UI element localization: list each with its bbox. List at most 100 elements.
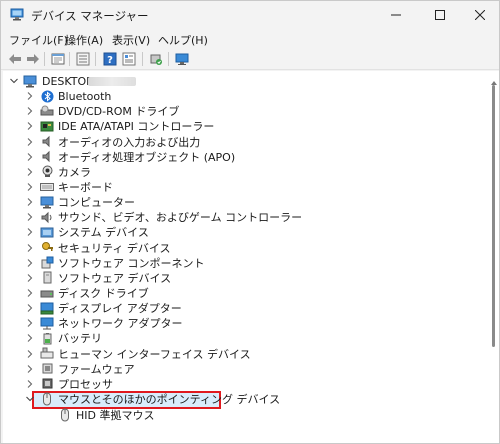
- tree-category-label: キーボード: [58, 180, 113, 194]
- tree-category-label: ネットワーク アダプター: [58, 317, 183, 331]
- tree-category-row[interactable]: ネットワーク アダプター: [3, 316, 473, 331]
- chevron-right-icon[interactable]: [25, 105, 35, 117]
- chevron-right-icon[interactable]: [25, 196, 35, 208]
- chevron-right-icon[interactable]: [25, 136, 35, 148]
- tree-category-label: オーディオ処理オブジェクト (APO): [58, 150, 236, 164]
- tree-category-label: ファームウェア: [58, 362, 135, 376]
- tree-category-row[interactable]: ファームウェア: [3, 362, 473, 377]
- chevron-right-icon[interactable]: [25, 151, 35, 163]
- tree-category-row[interactable]: ディスプレイ アダプター: [3, 301, 473, 316]
- chevron-right-icon[interactable]: [25, 332, 35, 344]
- chevron-right-icon[interactable]: [25, 302, 35, 314]
- chevron-right-icon[interactable]: [25, 181, 35, 193]
- toolbar-separator: [142, 52, 143, 66]
- forward-icon[interactable]: [25, 51, 41, 67]
- tree-category-label: ソフトウェア デバイス: [58, 271, 172, 285]
- camera-icon: [40, 165, 54, 179]
- chevron-down-icon[interactable]: [9, 75, 19, 87]
- tree-category-row[interactable]: システム デバイス: [3, 225, 473, 240]
- monitor-icon[interactable]: [174, 51, 190, 67]
- tree-category-row[interactable]: セキュリティ デバイス: [3, 241, 473, 256]
- child-device-row[interactable]: HID 準拠マウス: [3, 408, 473, 423]
- tree-category-row[interactable]: ヒューマン インターフェイス デバイス: [3, 347, 473, 362]
- toolbar-separator: [95, 52, 96, 66]
- tree-category-row[interactable]: サウンド、ビデオ、およびゲーム コントローラー: [3, 210, 473, 225]
- security-device-icon: [40, 241, 54, 255]
- display-adapter-icon: [40, 301, 54, 315]
- tree-category-row[interactable]: マウスとそのほかのポインティング デバイス: [3, 392, 473, 407]
- chevron-right-icon[interactable]: [25, 317, 35, 329]
- device-manager-icon: [10, 8, 24, 21]
- details-icon[interactable]: [121, 51, 137, 67]
- tree-category-row[interactable]: オーディオ処理オブジェクト (APO): [3, 150, 473, 165]
- chevron-right-icon[interactable]: [25, 272, 35, 284]
- dvd-drive-icon: [40, 104, 54, 118]
- chevron-right-icon[interactable]: [25, 242, 35, 254]
- tree-category-row[interactable]: ソフトウェア コンポーネント: [3, 256, 473, 271]
- title-bar: デバイス マネージャー: [1, 1, 499, 29]
- disk-drive-icon: [40, 286, 54, 300]
- chevron-right-icon[interactable]: [25, 287, 35, 299]
- tree-category-row[interactable]: オーディオの入力および出力: [3, 135, 473, 150]
- chevron-right-icon[interactable]: [25, 90, 35, 102]
- menu-view[interactable]: 表示(V): [112, 32, 150, 48]
- ide-controller-icon: [40, 119, 54, 133]
- menu-file[interactable]: ファイル(F): [9, 32, 68, 48]
- chevron-right-icon[interactable]: [25, 363, 35, 375]
- mouse-icon: [58, 408, 72, 422]
- tree-category-row[interactable]: カメラ: [3, 165, 473, 180]
- bluetooth-icon: [40, 89, 54, 103]
- maximize-button[interactable]: [419, 1, 461, 29]
- chevron-right-icon[interactable]: [25, 120, 35, 132]
- chevron-right-icon[interactable]: [25, 378, 35, 390]
- minimize-button[interactable]: [375, 1, 417, 29]
- hid-icon: [40, 347, 54, 361]
- help-icon[interactable]: ?: [102, 51, 118, 67]
- tree-category-row[interactable]: バッテリ: [3, 331, 473, 346]
- chevron-right-icon[interactable]: [25, 226, 35, 238]
- computer-icon: [40, 195, 54, 209]
- chevron-right-icon[interactable]: [25, 257, 35, 269]
- tree-category-row[interactable]: Bluetooth: [3, 89, 473, 104]
- list-icon[interactable]: [75, 51, 91, 67]
- svg-text:?: ?: [107, 55, 113, 66]
- device-tree: DESKTOP- Bluetooth DVD/CD-ROM ドライブ IDE ATA…: [3, 71, 489, 443]
- tree-category-label: オーディオの入力および出力: [58, 135, 201, 149]
- mouse-icon: [40, 392, 54, 406]
- scroll-thumb[interactable]: [492, 85, 495, 347]
- chevron-right-icon[interactable]: [25, 211, 35, 223]
- network-adapter-icon: [40, 316, 54, 330]
- system-device-icon: [40, 225, 54, 239]
- back-icon[interactable]: [7, 51, 23, 67]
- tree-root[interactable]: DESKTOP-: [3, 74, 473, 89]
- toolbar-separator: [44, 52, 45, 66]
- tree-category-label: サウンド、ビデオ、およびゲーム コントローラー: [58, 211, 303, 225]
- software-device-icon: [40, 271, 54, 285]
- tree-category-row[interactable]: ソフトウェア デバイス: [3, 271, 473, 286]
- tree-category-label: ディスプレイ アダプター: [58, 302, 182, 316]
- properties-icon[interactable]: [50, 51, 66, 67]
- software-component-icon: [40, 256, 54, 270]
- vertical-scrollbar[interactable]: [489, 71, 499, 443]
- tree-category-row[interactable]: キーボード: [3, 180, 473, 195]
- processor-icon: [40, 377, 54, 391]
- chevron-down-icon[interactable]: [25, 393, 35, 405]
- tree-category-row[interactable]: プロセッサ: [3, 377, 473, 392]
- close-button[interactable]: [459, 1, 500, 29]
- tree-category-label: ソフトウェア コンポーネント: [58, 256, 205, 270]
- chevron-right-icon[interactable]: [25, 166, 35, 178]
- chevron-right-icon[interactable]: [25, 348, 35, 360]
- tree-category-row[interactable]: DVD/CD-ROM ドライブ: [3, 104, 473, 119]
- menu-action[interactable]: 操作(A): [65, 32, 103, 48]
- toolbar-separator: [168, 52, 169, 66]
- toolbar-separator: [69, 52, 70, 66]
- audio-apo-icon: [40, 150, 54, 164]
- update-driver-icon[interactable]: [148, 51, 164, 67]
- firmware-icon: [40, 362, 54, 376]
- menu-bar: ファイル(F) 操作(A) 表示(V) ヘルプ(H): [1, 29, 499, 48]
- tree-category-row[interactable]: ディスク ドライブ: [3, 286, 473, 301]
- tree-category-row[interactable]: コンピューター: [3, 195, 473, 210]
- sound-icon: [40, 210, 54, 224]
- menu-help[interactable]: ヘルプ(H): [158, 32, 208, 48]
- tree-category-row[interactable]: IDE ATA/ATAPI コントローラー: [3, 119, 473, 134]
